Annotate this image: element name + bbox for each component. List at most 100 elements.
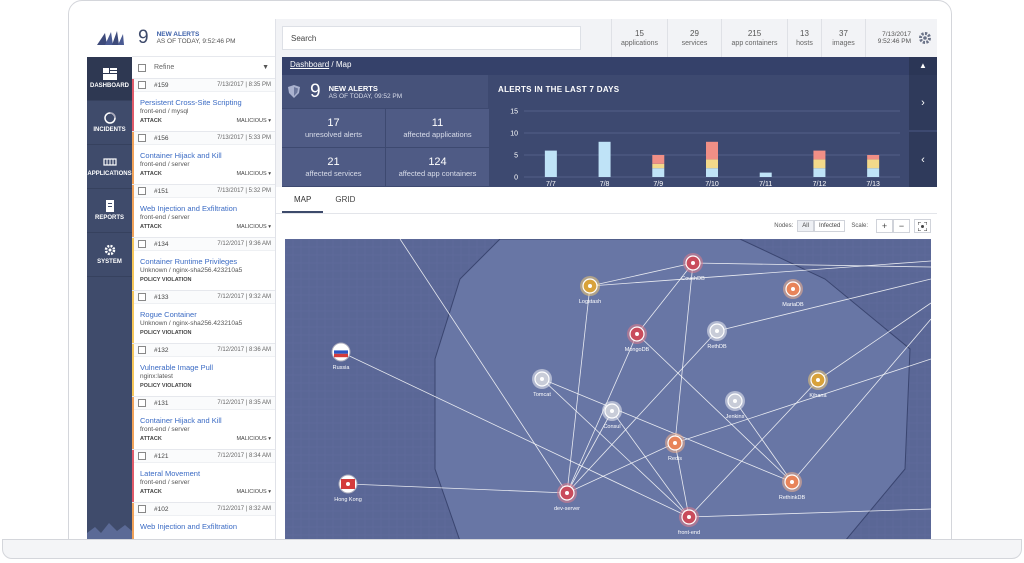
map-node[interactable]: Logstash bbox=[579, 276, 601, 305]
select-all-checkbox[interactable] bbox=[138, 63, 146, 72]
tab-grid[interactable]: GRID bbox=[323, 187, 367, 213]
map-node[interactable]: Consul bbox=[602, 401, 622, 430]
zoom-out-button[interactable]: − bbox=[893, 219, 910, 233]
alert-item[interactable]: #133 7/12/2017 | 9:32 AM Rogue Container Un… bbox=[132, 291, 275, 344]
next-button[interactable]: › bbox=[909, 75, 937, 130]
alert-name[interactable]: Web Injection and Exfiltration bbox=[132, 516, 275, 531]
chevron-up-icon: ▲ bbox=[919, 61, 927, 70]
alert-type: ATTACK bbox=[140, 171, 162, 177]
nav-reports[interactable]: REPORTS bbox=[87, 189, 132, 233]
severity-bar bbox=[132, 79, 134, 131]
alert-checkbox[interactable] bbox=[138, 452, 146, 460]
alert-name[interactable]: Container Hijack and Kill bbox=[132, 410, 275, 425]
settings-button[interactable] bbox=[913, 31, 937, 45]
network-topology-map[interactable]: Russia Hong Kong Logstash CouchDB MariaDB Mon… bbox=[285, 239, 931, 540]
alert-item[interactable]: #132 7/12/2017 | 8:36 AM Vulnerable Image … bbox=[132, 344, 275, 397]
severity-bar bbox=[132, 397, 134, 449]
alert-checkbox[interactable] bbox=[138, 505, 146, 513]
alert-item[interactable]: #131 7/12/2017 | 8:35 AM Container Hijack … bbox=[132, 397, 275, 450]
alert-checkbox[interactable] bbox=[138, 399, 146, 407]
map-node[interactable]: Jenkins bbox=[725, 391, 745, 420]
map-filters: Nodes: All Infected Scale: + − bbox=[774, 219, 931, 233]
alert-severity[interactable]: MALICIOUS ▾ bbox=[236, 489, 271, 495]
alert-name[interactable]: Lateral Movement bbox=[132, 463, 275, 478]
alert-name[interactable]: Persistent Cross-Site Scripting bbox=[132, 92, 275, 107]
refine-row[interactable]: Refine ▼ bbox=[132, 57, 275, 79]
map-node[interactable]: Redis bbox=[665, 433, 685, 462]
alert-item[interactable]: #102 7/12/2017 | 8:32 AM Web Injection and… bbox=[132, 503, 275, 539]
tab-map[interactable]: MAP bbox=[282, 187, 324, 213]
alert-severity[interactable]: MALICIOUS ▾ bbox=[236, 171, 271, 177]
search-input[interactable]: Search bbox=[282, 26, 581, 50]
alerts-count: 9 bbox=[138, 26, 149, 48]
map-node[interactable]: Kibana bbox=[808, 370, 828, 399]
alert-severity[interactable]: MALICIOUS ▾ bbox=[236, 436, 271, 442]
alert-meta-row: #151 7/13/2017 | 5:32 PM bbox=[132, 185, 275, 198]
alert-timestamp: 7/12/2017 | 8:35 AM bbox=[217, 400, 271, 406]
alert-type: ATTACK bbox=[140, 224, 162, 230]
alert-item[interactable]: #134 7/12/2017 | 9:36 AM Container Runtime… bbox=[132, 238, 275, 291]
map-node[interactable]: Russia bbox=[331, 342, 351, 371]
metric-affected-services[interactable]: 21 affected services bbox=[282, 148, 385, 186]
alert-service: front-end / server bbox=[140, 161, 190, 168]
chevron-down-icon[interactable]: ▼ bbox=[262, 64, 269, 71]
prev-button[interactable]: ‹ bbox=[909, 132, 937, 187]
metric-affected-app-containers[interactable]: 124 affected app containers bbox=[386, 148, 489, 186]
zoom-in-button[interactable]: + bbox=[876, 219, 893, 233]
alert-severity[interactable]: MALICIOUS ▾ bbox=[236, 118, 271, 124]
alert-item[interactable]: #159 7/13/2017 | 8:35 PM Persistent Cross-… bbox=[132, 79, 275, 132]
alert-item[interactable]: #121 7/12/2017 | 8:34 AM Lateral Movement f… bbox=[132, 450, 275, 503]
alert-timestamp: 7/12/2017 | 8:32 AM bbox=[217, 506, 271, 512]
stat-applications[interactable]: 15 applications bbox=[611, 19, 667, 57]
nodes-all-toggle[interactable]: All bbox=[797, 220, 814, 232]
metric-value: 124 bbox=[428, 156, 447, 168]
nav-dashboard[interactable]: DASHBOARD bbox=[87, 57, 132, 101]
nodes-infected-toggle[interactable]: Infected bbox=[813, 220, 846, 232]
summary-alerts-subtitle: AS OF TODAY, 09:52 PM bbox=[328, 92, 403, 100]
alert-severity[interactable]: MALICIOUS ▾ bbox=[236, 224, 271, 230]
alerts-header: 9 NEW ALERTS AS OF TODAY, 9:52:46 PM bbox=[132, 19, 275, 57]
alert-name[interactable]: Web Injection and Exfiltration bbox=[132, 198, 275, 213]
collapse-button[interactable]: ▲ bbox=[909, 57, 937, 75]
stat-hosts[interactable]: 13 hosts bbox=[787, 19, 821, 57]
fit-screen-button[interactable] bbox=[914, 219, 931, 233]
stat-services[interactable]: 29 services bbox=[667, 19, 721, 57]
alert-tags-row: POLICY VIOLATION bbox=[132, 380, 275, 389]
metric-value: 17 bbox=[327, 117, 340, 129]
alert-checkbox[interactable] bbox=[138, 346, 146, 354]
alert-name[interactable]: Container Hijack and Kill bbox=[132, 145, 275, 160]
alert-name[interactable]: Rogue Container bbox=[132, 304, 275, 319]
alert-item[interactable]: #156 7/13/2017 | 5:33 PM Container Hijack … bbox=[132, 132, 275, 185]
alert-item[interactable]: #151 7/13/2017 | 5:32 PM Web Injection and… bbox=[132, 185, 275, 238]
map-node[interactable]: Tomcat bbox=[532, 369, 552, 398]
alerts-panel: 9 NEW ALERTS AS OF TODAY, 9:52:46 PM Ref… bbox=[132, 19, 276, 539]
alerts-bar-chart: 0510157/7 7/8 7/9 7/10 7/11 7/12 7/13 bbox=[510, 109, 900, 187]
node-label: MongoDB bbox=[625, 347, 650, 353]
alert-checkbox[interactable] bbox=[138, 293, 146, 301]
metric-label: affected applications bbox=[403, 130, 472, 139]
node-center bbox=[733, 399, 737, 403]
nav-system[interactable]: SYSTEM bbox=[87, 233, 132, 277]
alert-name[interactable]: Vulnerable Image Pull bbox=[132, 357, 275, 372]
alert-name[interactable]: Container Runtime Privileges bbox=[132, 251, 275, 266]
alert-service: front-end / mysql bbox=[140, 108, 189, 115]
alert-checkbox[interactable] bbox=[138, 134, 146, 142]
breadcrumb-dashboard-link[interactable]: Dashboard bbox=[290, 60, 329, 69]
alerts-title: NEW ALERTS bbox=[156, 30, 200, 38]
node-center bbox=[715, 329, 719, 333]
alert-checkbox[interactable] bbox=[138, 81, 146, 89]
metric-unresolved-alerts[interactable]: 17 unresolved alerts bbox=[282, 109, 385, 147]
alert-type: POLICY VIOLATION bbox=[140, 383, 192, 389]
nav-incidents[interactable]: INCIDENTS bbox=[87, 101, 132, 145]
map-node[interactable]: RethDB bbox=[707, 321, 727, 350]
alert-id: #131 bbox=[154, 399, 169, 407]
node-center bbox=[610, 409, 614, 413]
metric-affected-applications[interactable]: 11 affected applications bbox=[386, 109, 489, 147]
nav-applications[interactable]: APPLICATIONS bbox=[87, 145, 132, 189]
map-node[interactable]: front-end bbox=[678, 507, 700, 536]
alert-checkbox[interactable] bbox=[138, 240, 146, 248]
map-node[interactable]: MariaDB bbox=[782, 279, 804, 308]
stat-app-containers[interactable]: 215 app containers bbox=[721, 19, 787, 57]
alert-checkbox[interactable] bbox=[138, 187, 146, 195]
stat-images[interactable]: 37 images bbox=[821, 19, 865, 57]
